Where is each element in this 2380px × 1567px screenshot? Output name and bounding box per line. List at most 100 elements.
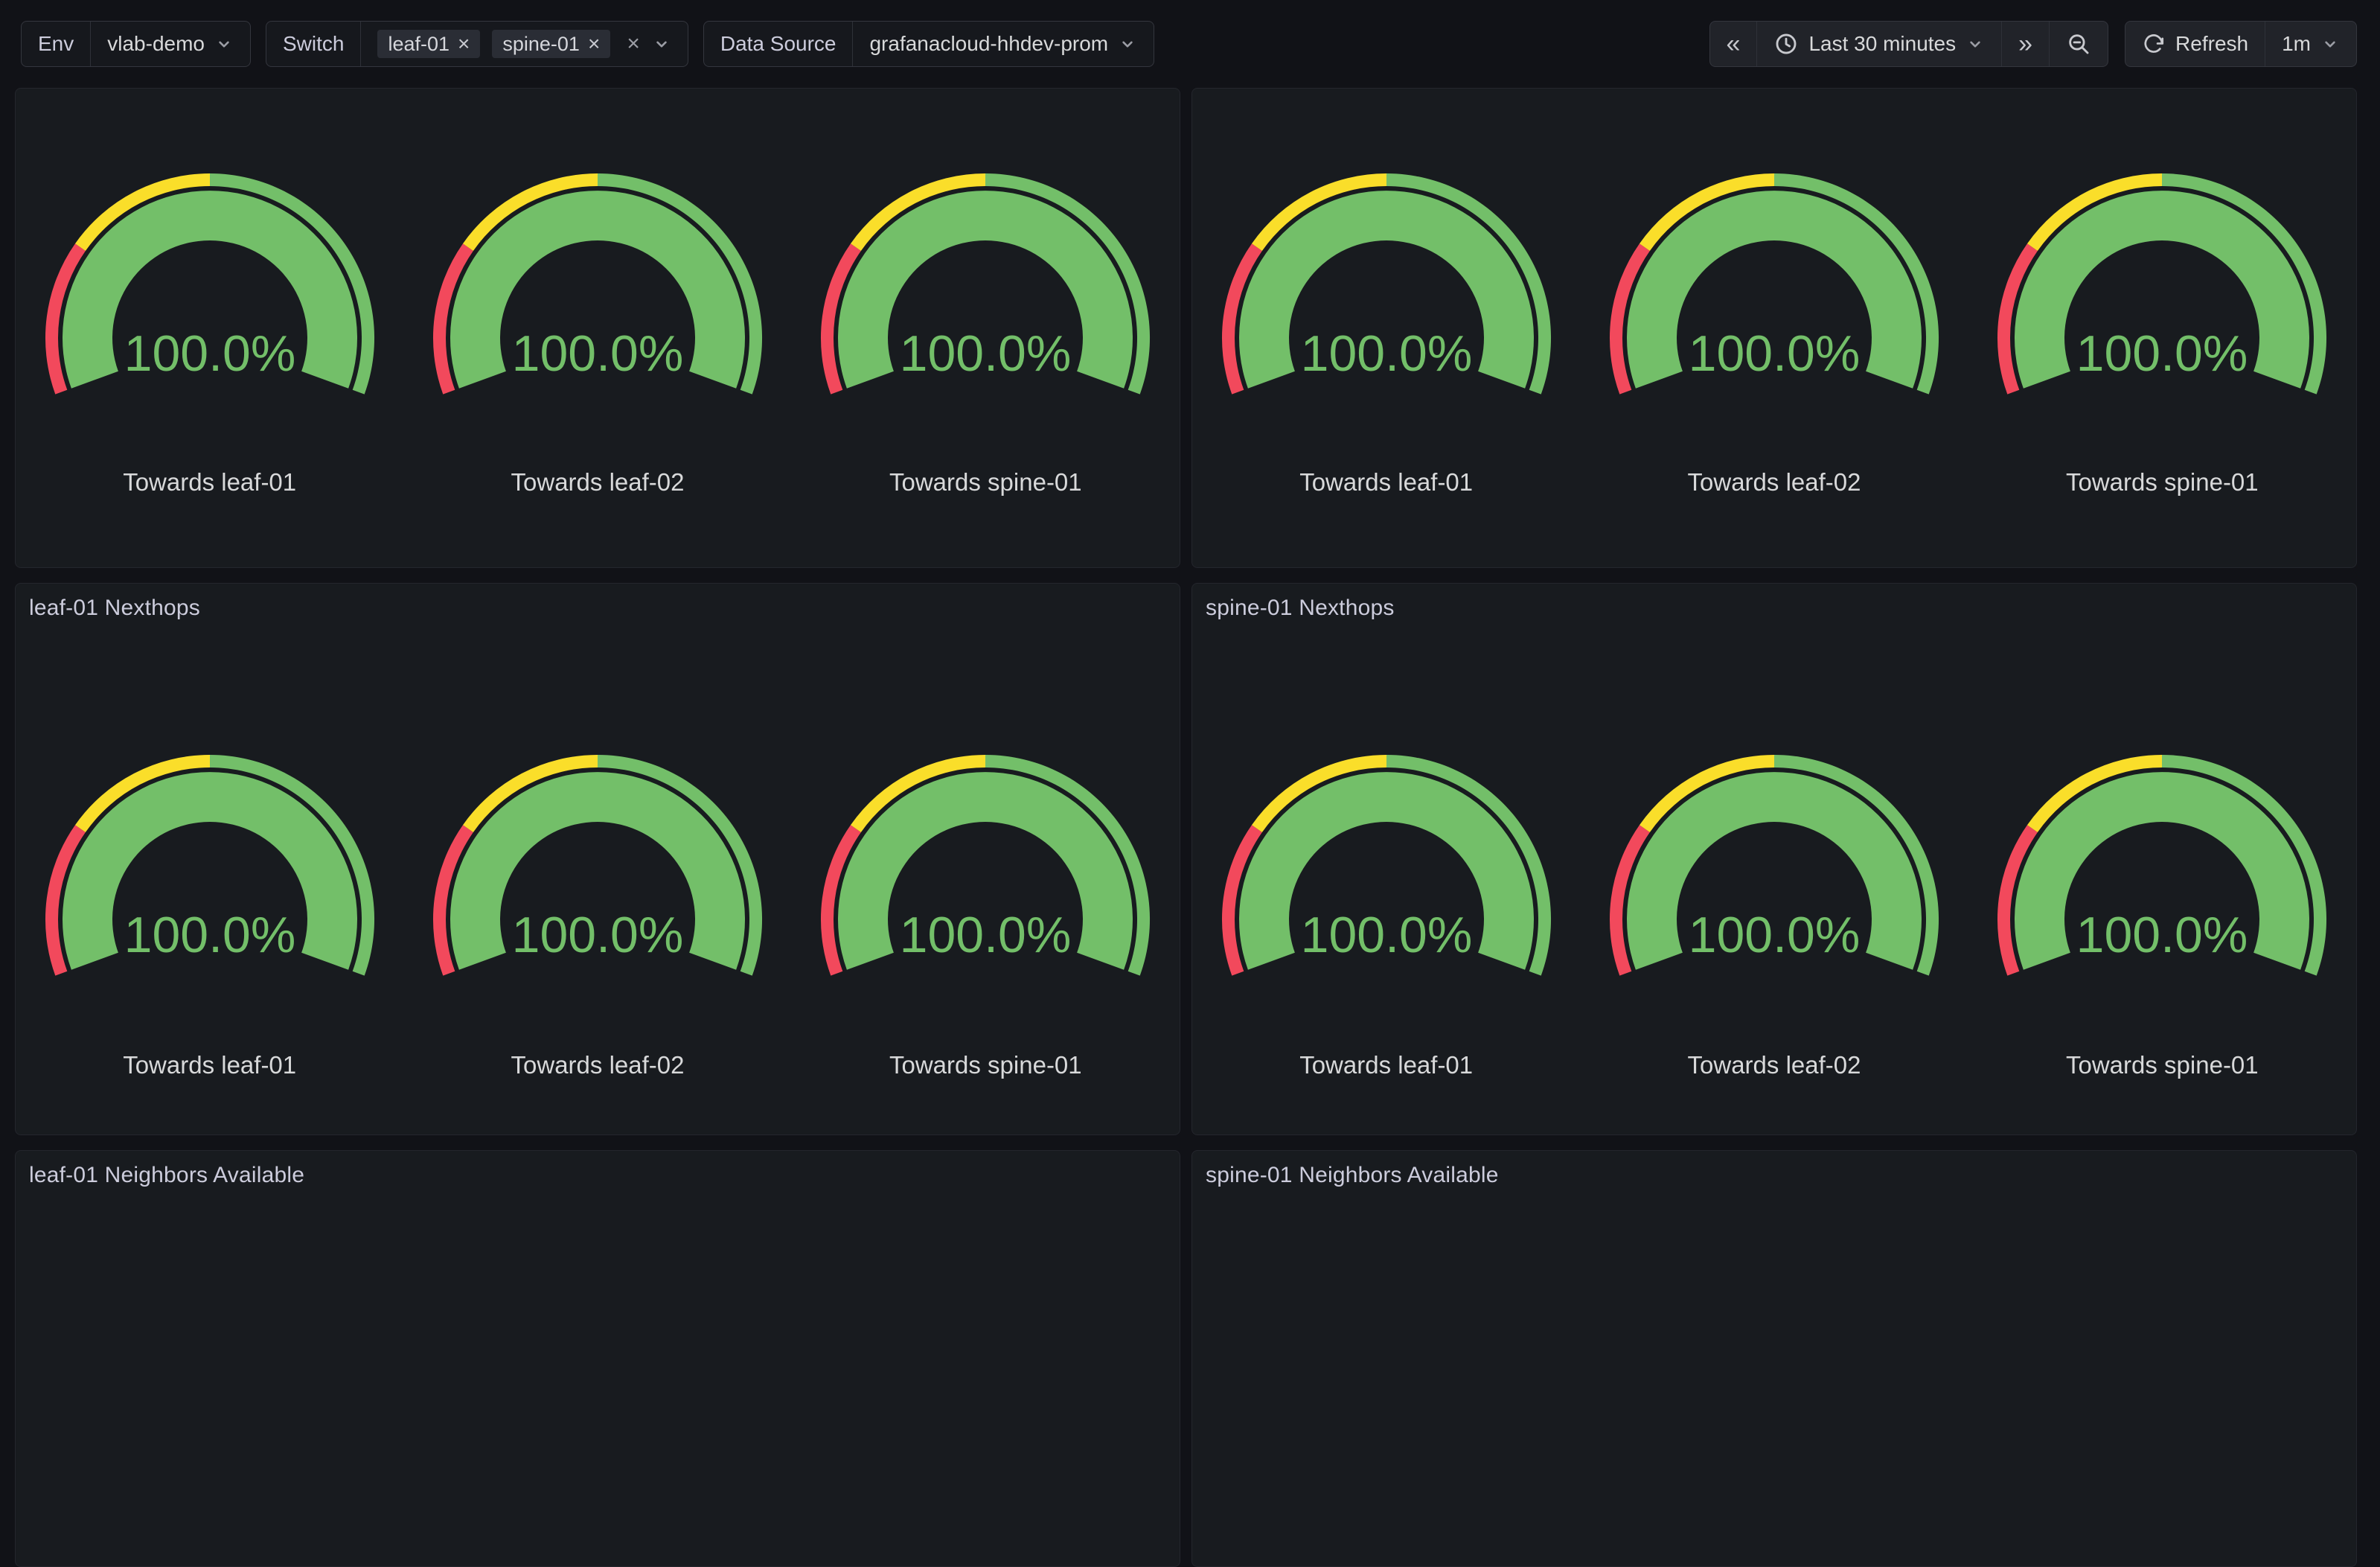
datasource-value-dropdown[interactable]: grafanacloud-hhdev-prom xyxy=(852,22,1154,66)
datasource-picker: Data Source grafanacloud-hhdev-prom xyxy=(703,21,1154,67)
gauge-value: 100.0% xyxy=(512,907,684,963)
gauge-value: 100.0% xyxy=(1300,325,1472,382)
time-controls: « Last 30 minutes » xyxy=(1709,21,2109,67)
gauge-row: 100.0% Towards leaf-01 100.0% Towards le… xyxy=(16,753,1180,1079)
gauge: 100.0% Towards spine-01 xyxy=(792,753,1180,1079)
gauge-label: Towards leaf-02 xyxy=(1688,468,1861,497)
gauge: 100.0% Towards leaf-01 xyxy=(16,172,403,497)
gauge-value: 100.0% xyxy=(1689,325,1861,382)
gauge-value: 100.0% xyxy=(1300,907,1472,963)
env-label-text: Env xyxy=(38,32,74,56)
clear-selection-icon[interactable]: × xyxy=(627,33,640,55)
gauge-row: 100.0% Towards leaf-01 100.0% Towards le… xyxy=(16,172,1180,497)
panel-title[interactable]: spine-01 Nexthops xyxy=(1206,596,2343,621)
gauge-label: Towards leaf-01 xyxy=(123,468,296,497)
chevron-down-icon xyxy=(1118,34,1137,54)
remove-chip-icon[interactable]: × xyxy=(458,33,470,54)
datasource-label-text: Data Source xyxy=(720,32,836,56)
panel-leaf01-nexthops: leaf-01 Nexthops 100.0% Towards leaf-01 … xyxy=(15,583,1180,1135)
gauge-arc: 100.0% xyxy=(44,753,376,978)
datasource-label: Data Source xyxy=(704,22,853,66)
gauge-label: Towards leaf-02 xyxy=(511,468,685,497)
gauge-label: Towards leaf-02 xyxy=(1688,1051,1861,1079)
gauge-label: Towards spine-01 xyxy=(2066,1051,2259,1079)
switch-variable-control: Switch leaf-01 × spine-01 × × xyxy=(266,21,688,67)
gauge-arc: 100.0% xyxy=(1996,172,2328,397)
clock-icon xyxy=(1773,31,1799,57)
panel-spine01-nexthops: spine-01 Nexthops 100.0% Towards leaf-01… xyxy=(1191,583,2357,1135)
gauge-label: Towards leaf-01 xyxy=(1299,1051,1473,1079)
gauge-label: Towards spine-01 xyxy=(2066,468,2259,497)
time-shift-forward-button[interactable]: » xyxy=(2001,22,2049,66)
time-shift-back-button[interactable]: « xyxy=(1710,22,1757,66)
gauge: 100.0% Towards leaf-01 xyxy=(16,753,403,1079)
gauge-row: 100.0% Towards leaf-01 100.0% Towards le… xyxy=(1192,753,2356,1079)
gauge-arc: 100.0% xyxy=(1996,753,2328,978)
gauge-arc: 100.0% xyxy=(819,172,1151,397)
gauge-label: Towards leaf-01 xyxy=(123,1051,296,1079)
gauge-value: 100.0% xyxy=(1689,907,1861,963)
switch-label-text: Switch xyxy=(283,32,344,56)
gauge-value: 100.0% xyxy=(512,325,684,382)
gauge: 100.0% Towards spine-01 xyxy=(1968,753,2356,1079)
panel-title[interactable]: leaf-01 Nexthops xyxy=(29,596,1166,621)
gauge-arc: 100.0% xyxy=(819,753,1151,978)
gauge-arc: 100.0% xyxy=(1608,172,1940,397)
chip-text: spine-01 xyxy=(502,33,580,56)
gauge: 100.0% Towards spine-01 xyxy=(1968,172,2356,497)
gauge-row: 100.0% Towards leaf-01 100.0% Towards le… xyxy=(1192,172,2356,497)
gauge-arc: 100.0% xyxy=(432,753,764,978)
panel-spine01-neighbors: spine-01 Neighbors Available xyxy=(1191,1150,2357,1567)
refresh-icon xyxy=(2142,32,2166,56)
env-value: vlab-demo xyxy=(107,32,205,56)
panel-uplinks-left: 100.0% Towards leaf-01 100.0% Towards le… xyxy=(15,88,1180,568)
gauge-value: 100.0% xyxy=(124,325,295,382)
switch-chip-spine-01[interactable]: spine-01 × xyxy=(492,30,610,58)
gauge-arc: 100.0% xyxy=(432,172,764,397)
gauge: 100.0% Towards leaf-02 xyxy=(403,172,791,497)
gauge-arc: 100.0% xyxy=(1221,753,1552,978)
chevron-down-icon xyxy=(1965,34,1985,54)
env-variable-control: Env vlab-demo xyxy=(21,21,251,67)
time-range-text: Last 30 minutes xyxy=(1808,32,1956,56)
gauge-label: Towards leaf-01 xyxy=(1299,468,1473,497)
panel-title[interactable]: spine-01 Neighbors Available xyxy=(1206,1163,2343,1188)
gauge-arc: 100.0% xyxy=(44,172,376,397)
switch-value-dropdown[interactable]: leaf-01 × spine-01 × × xyxy=(360,22,687,66)
gauge-label: Towards leaf-02 xyxy=(511,1051,685,1079)
zoom-out-button[interactable] xyxy=(2049,22,2108,66)
refresh-controls: Refresh 1m xyxy=(2125,21,2357,67)
refresh-button[interactable]: Refresh xyxy=(2125,22,2265,66)
gauge: 100.0% Towards leaf-02 xyxy=(403,753,791,1079)
dashboard-toolbar: Env vlab-demo Switch leaf-01 × spine-01 × ×… xyxy=(21,21,2357,67)
gauge-label: Towards spine-01 xyxy=(889,1051,1082,1079)
gauge-value: 100.0% xyxy=(900,325,1072,382)
chevron-down-icon xyxy=(214,34,234,54)
gauge-value: 100.0% xyxy=(900,907,1072,963)
panel-title[interactable]: leaf-01 Neighbors Available xyxy=(29,1163,1166,1188)
chip-text: leaf-01 xyxy=(388,33,450,56)
time-range-picker[interactable]: Last 30 minutes xyxy=(1756,22,2001,66)
refresh-label: Refresh xyxy=(2175,32,2248,56)
gauge-arc: 100.0% xyxy=(1221,172,1552,397)
toolbar-right-group: « Last 30 minutes » xyxy=(1709,21,2357,67)
switch-chip-leaf-01[interactable]: leaf-01 × xyxy=(377,30,480,58)
gauge-value: 100.0% xyxy=(124,907,295,963)
env-value-dropdown[interactable]: vlab-demo xyxy=(90,22,250,66)
env-label: Env xyxy=(22,22,90,66)
double-chevron-left-icon: « xyxy=(1727,31,1741,57)
gauge-value: 100.0% xyxy=(2076,907,2248,963)
gauge: 100.0% Towards leaf-01 xyxy=(1192,753,1580,1079)
remove-chip-icon[interactable]: × xyxy=(588,33,600,54)
gauge: 100.0% Towards leaf-02 xyxy=(1580,172,1968,497)
gauge-label: Towards spine-01 xyxy=(889,468,1082,497)
panel-uplinks-right: 100.0% Towards leaf-01 100.0% Towards le… xyxy=(1191,88,2357,568)
switch-chips: leaf-01 × spine-01 × xyxy=(377,30,610,58)
refresh-interval-dropdown[interactable]: 1m xyxy=(2265,22,2356,66)
panel-leaf01-neighbors: leaf-01 Neighbors Available xyxy=(15,1150,1180,1567)
gauge-value: 100.0% xyxy=(2076,325,2248,382)
refresh-interval-value: 1m xyxy=(2282,32,2311,56)
datasource-value: grafanacloud-hhdev-prom xyxy=(869,32,1108,56)
double-chevron-right-icon: » xyxy=(2018,31,2032,57)
zoom-out-icon xyxy=(2066,31,2091,57)
